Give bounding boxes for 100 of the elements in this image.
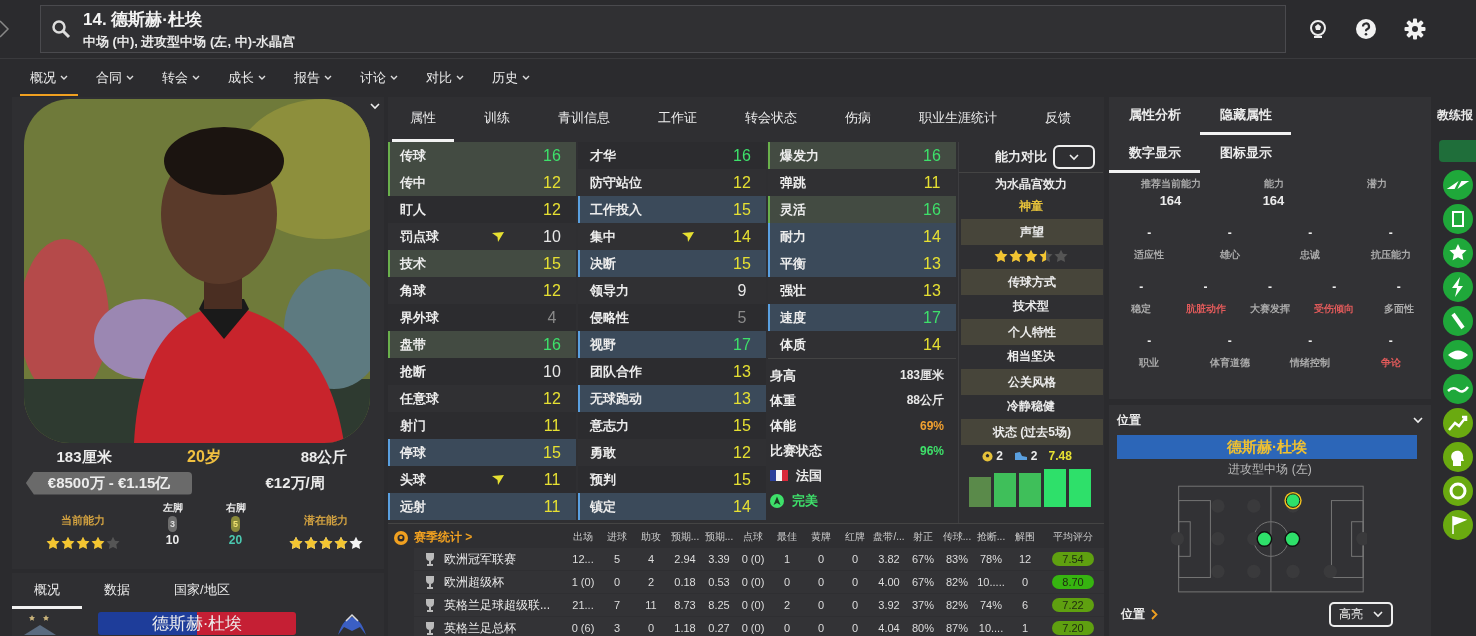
column-header[interactable]: 射正 — [906, 530, 940, 544]
competition-name[interactable]: 欧洲超级杯 — [444, 573, 566, 591]
attribute-row[interactable]: 远射 11 — [388, 493, 576, 520]
head-icon[interactable] — [1443, 442, 1473, 472]
attribute-row[interactable]: 灵活 16 — [768, 196, 956, 223]
attribute-name: 灵活 — [780, 200, 807, 219]
tab[interactable]: 工作证 — [640, 97, 715, 142]
column-header[interactable]: 助攻 — [634, 530, 668, 544]
tab[interactable]: 数据 — [82, 573, 152, 609]
position-link[interactable]: 位置 — [1121, 606, 1145, 623]
column-header[interactable]: 最佳 — [770, 530, 804, 544]
caret-icon[interactable] — [370, 103, 380, 110]
column-header[interactable]: 平均评分 — [1042, 530, 1104, 544]
tab[interactable]: 反馈 — [1027, 97, 1089, 142]
section-link[interactable]: 赛季统计 > — [414, 528, 566, 546]
attribute-row[interactable]: 决断 15 — [578, 250, 766, 277]
tab[interactable]: 青训信息 — [540, 97, 628, 142]
caret-icon — [390, 74, 398, 81]
menu-tab[interactable]: 概况 — [20, 60, 78, 96]
tab[interactable]: 概况 — [12, 573, 82, 609]
attribute-name: 强壮 — [780, 281, 807, 300]
column-header[interactable]: 黄牌 — [804, 530, 838, 544]
column-header[interactable]: 解围 — [1008, 530, 1042, 544]
attribute-name: 盯人 — [400, 200, 427, 219]
attribute-row[interactable]: 传球 16 — [388, 142, 576, 169]
attribute-value: - — [1227, 334, 1232, 348]
tab[interactable]: 转会状态 — [727, 97, 815, 142]
tab[interactable]: 隐藏属性 — [1200, 97, 1291, 135]
flag-icon[interactable] — [1443, 510, 1473, 540]
column-header[interactable]: 出场 — [566, 530, 600, 544]
attribute-row[interactable]: 速度 17 — [768, 304, 956, 331]
attribute-row[interactable]: 爆发力 16 — [768, 142, 956, 169]
table-cell-text: 3.39 — [707, 553, 731, 565]
info-label: 体能 — [770, 416, 797, 435]
column-header[interactable]: 盘带/... — [872, 530, 906, 544]
menu-tab[interactable]: 历史 — [482, 60, 540, 96]
tab[interactable]: 图标显示 — [1200, 135, 1291, 173]
attribute-name: 技术 — [400, 254, 427, 273]
chevron-icon[interactable] — [1151, 609, 1158, 620]
menu-tab[interactable]: 讨论 — [350, 60, 408, 96]
table-cell-text: 4.00 — [877, 576, 901, 588]
attribute-name: 肮脏动作 — [1185, 302, 1226, 316]
target-icon[interactable] — [1443, 476, 1473, 506]
attribute-value: 14 — [732, 497, 752, 516]
attribute-row[interactable]: 传中 12 — [388, 169, 576, 196]
attribute-value: 15 — [542, 254, 562, 273]
wave-icon[interactable] — [1443, 374, 1473, 404]
competition-name[interactable]: 英格兰足球超级联... — [444, 596, 566, 614]
tab[interactable]: 国家/地区 — [152, 573, 252, 609]
column-header[interactable]: 预期... — [702, 530, 736, 544]
search-icon[interactable] — [51, 19, 71, 39]
competition-name[interactable]: 欧洲冠军联赛 — [444, 550, 566, 568]
highlight-dropdown[interactable]: 高亮 — [1329, 602, 1393, 627]
attribute-name: 团队合作 — [590, 362, 643, 381]
attribute-row[interactable]: 盘带 16 — [388, 331, 576, 358]
trend-icon[interactable] — [1443, 408, 1473, 438]
tab[interactable]: 数字显示 — [1109, 135, 1200, 173]
caret-icon[interactable] — [1413, 416, 1423, 424]
bolt-icon[interactable] — [1443, 272, 1473, 302]
document-icon[interactable] — [1443, 204, 1473, 234]
attribute-row[interactable]: 工作投入 15 — [578, 196, 766, 223]
menu-tab[interactable]: 合同 — [86, 60, 144, 96]
ball-icon[interactable] — [1308, 19, 1328, 39]
column-header[interactable]: 红牌 — [838, 530, 872, 544]
arrows-icon[interactable] — [1443, 170, 1473, 200]
dropdown-button[interactable] — [1053, 145, 1095, 169]
attribute-row[interactable]: 技术 15 — [388, 250, 576, 277]
column-header[interactable]: 进球 — [600, 530, 634, 544]
attribute-row[interactable]: 停球 15 — [388, 439, 576, 466]
menu-tab[interactable]: 对比 — [416, 60, 474, 96]
attribute-value: - — [1308, 334, 1313, 348]
table-cell-text: 0 (0) — [740, 553, 766, 565]
attribute-row[interactable]: 平衡 13 — [768, 250, 956, 277]
tab[interactable]: 伤病 — [827, 97, 889, 142]
table-cell-text: 10.... — [977, 622, 1005, 634]
attribute-name: 任意球 — [400, 389, 440, 408]
menu-tab[interactable]: 转会 — [152, 60, 210, 96]
competition-name[interactable]: 英格兰足总杯 — [444, 619, 566, 636]
menu-tab[interactable]: 成长 — [218, 60, 276, 96]
column-header[interactable]: 点球 — [736, 530, 770, 544]
column-header[interactable]: 预期... — [668, 530, 702, 544]
menu-tab[interactable]: 报告 — [284, 60, 342, 96]
table-cell-text: 0 — [816, 553, 826, 565]
eye-icon[interactable] — [1443, 340, 1473, 370]
settings-icon[interactable] — [1404, 18, 1426, 40]
tab[interactable]: 属性分析 — [1109, 97, 1200, 135]
help-icon[interactable] — [1355, 18, 1377, 40]
tab[interactable]: 职业生涯统计 — [901, 97, 1015, 142]
attribute-row[interactable]: 镇定 14 — [578, 493, 766, 520]
foot-score: 10 — [165, 533, 180, 547]
column-header[interactable]: 传球... — [940, 530, 974, 544]
attribute-row[interactable]: 视野 17 — [578, 331, 766, 358]
table-cell-text: 4 — [646, 553, 656, 565]
column-header[interactable]: 抢断... — [974, 530, 1008, 544]
attribute-value: 15 — [732, 200, 752, 219]
attribute-row[interactable]: 耐力 14 — [768, 223, 956, 250]
table-cell-text: 4.04 — [877, 622, 901, 634]
tab[interactable]: 训练 — [466, 97, 528, 142]
attribute-row[interactable]: 无球跑动 13 — [578, 385, 766, 412]
attribute-value: 13 — [922, 281, 942, 300]
